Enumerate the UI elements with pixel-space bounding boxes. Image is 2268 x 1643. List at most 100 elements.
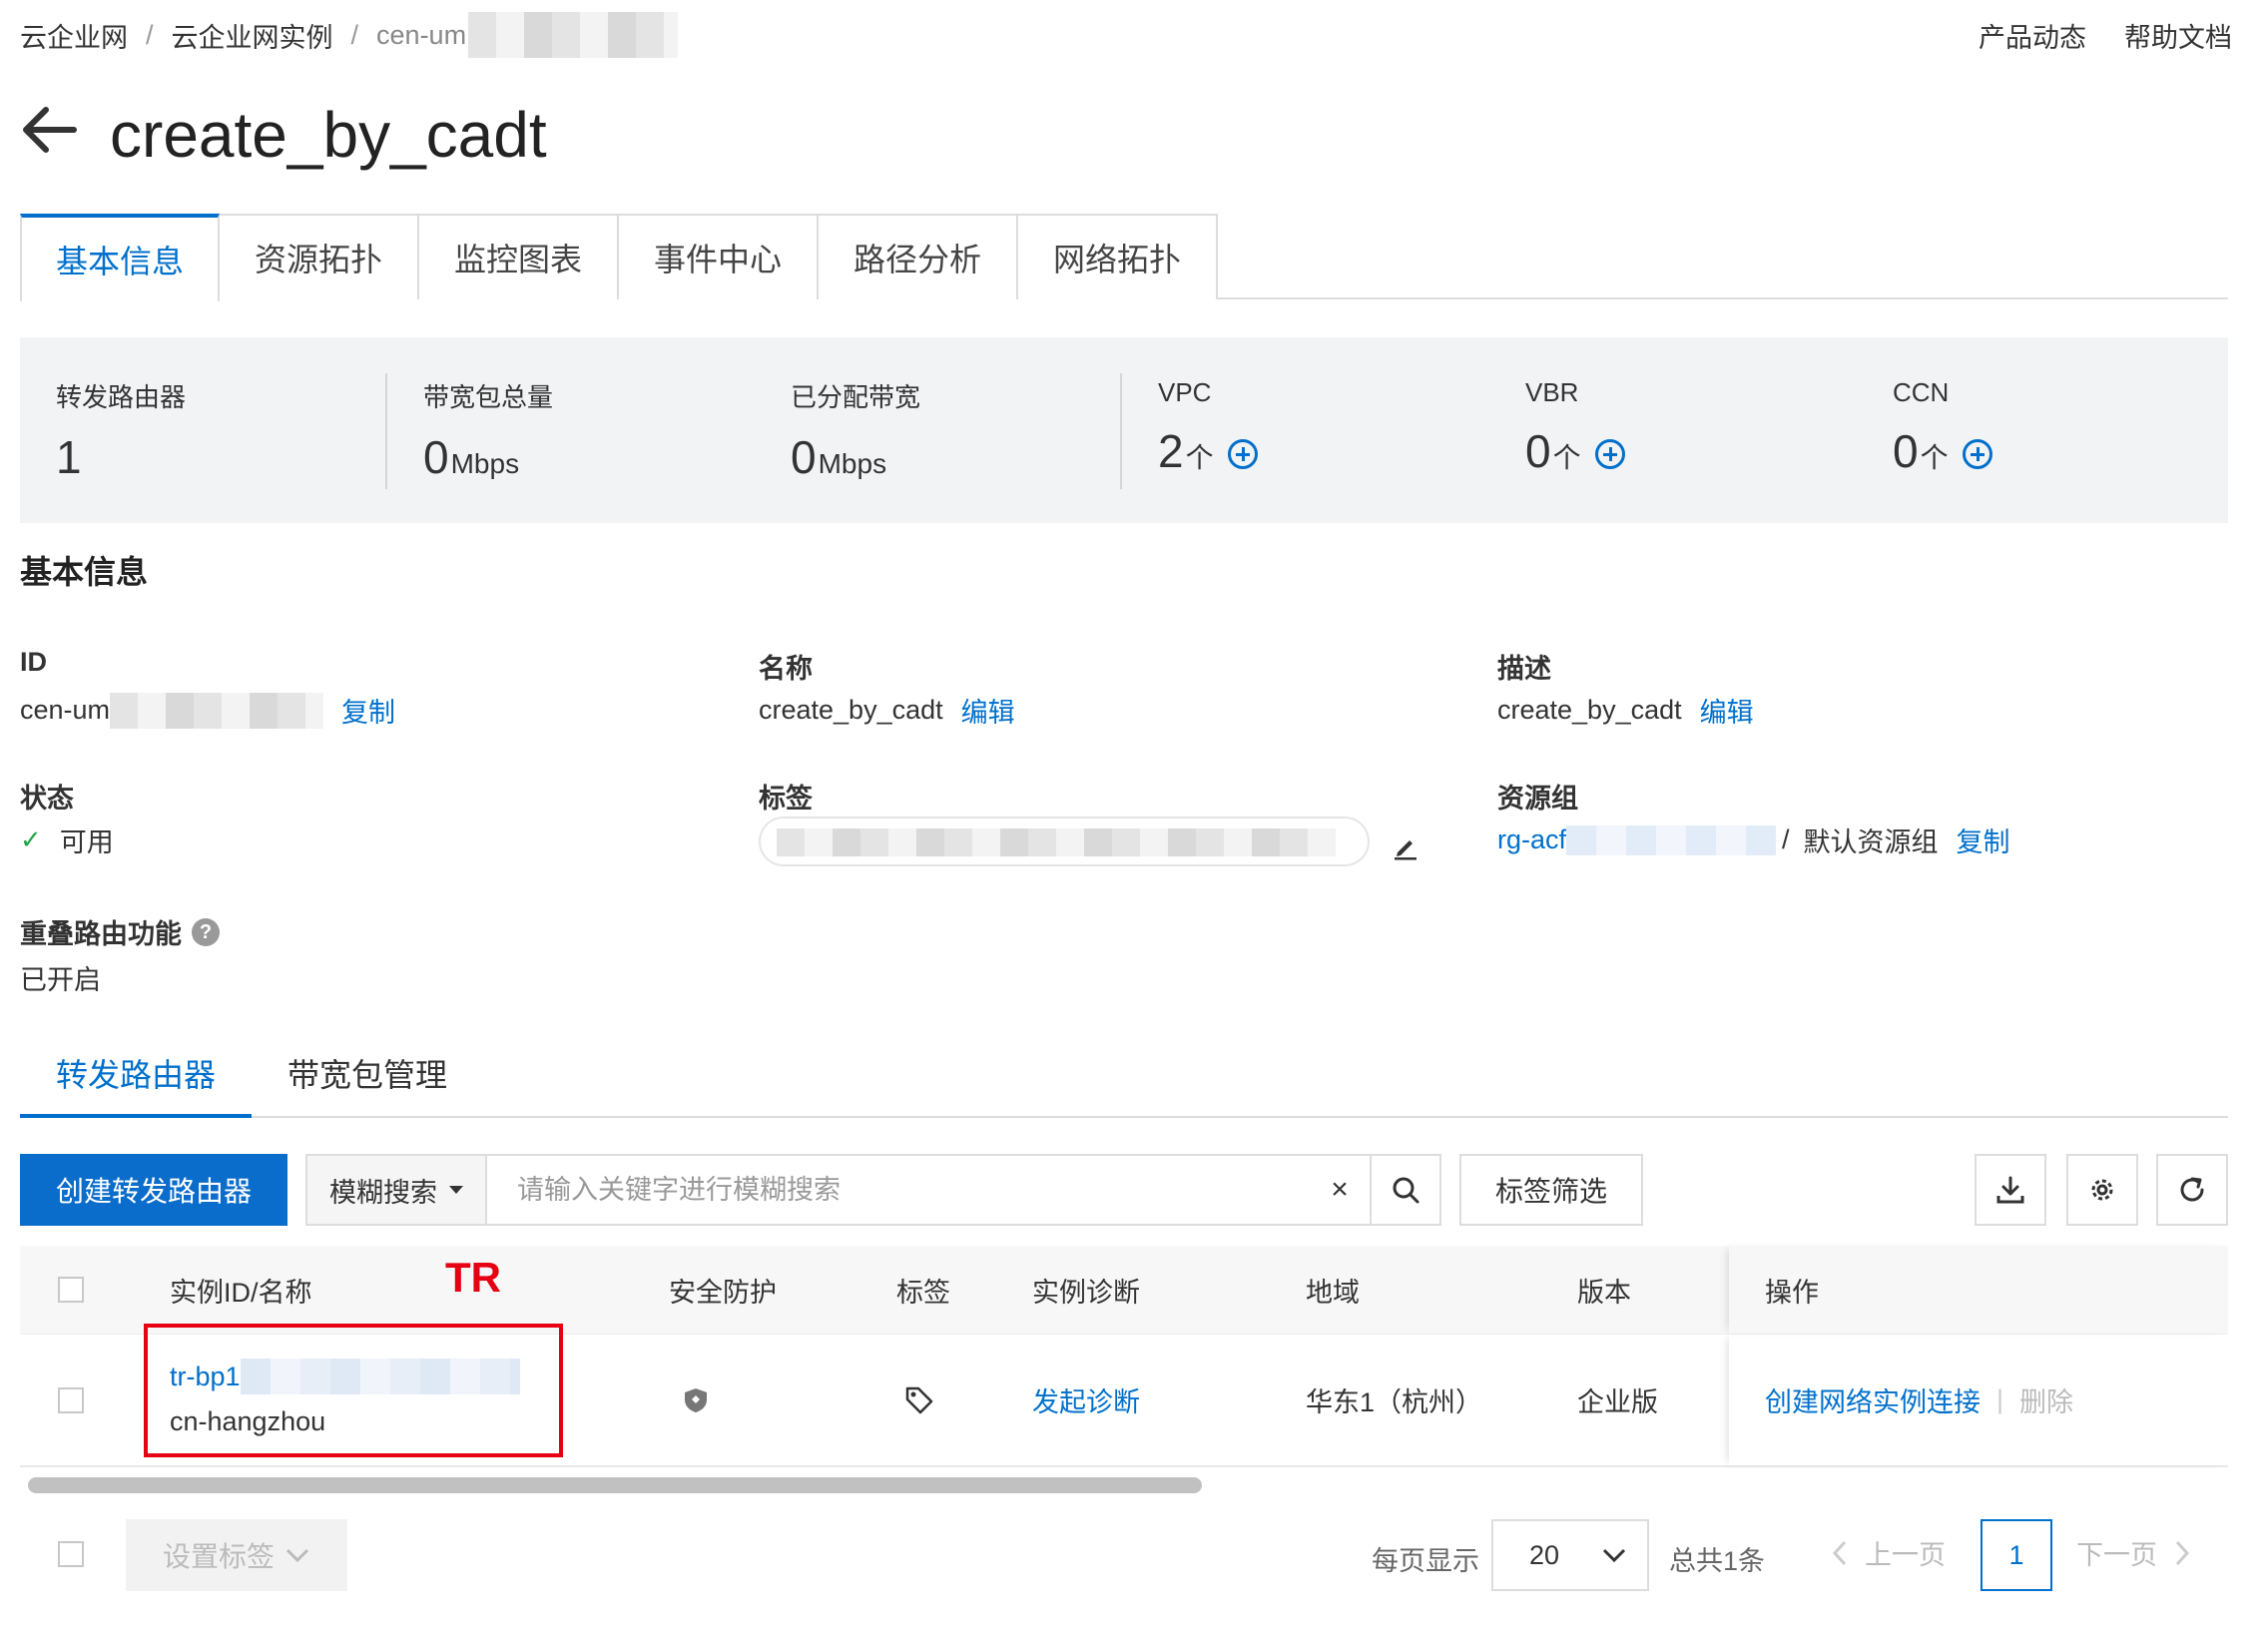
tag-icon[interactable] bbox=[904, 1385, 934, 1415]
id-label: ID bbox=[20, 647, 47, 677]
add-vpc-icon[interactable] bbox=[1227, 439, 1258, 469]
breadcrumb-cen[interactable]: 云企业网 bbox=[20, 16, 128, 55]
edit-name-link[interactable]: 编辑 bbox=[961, 691, 1015, 730]
help-icon[interactable]: ? bbox=[192, 917, 220, 946]
search-group: 模糊搜索 × bbox=[305, 1154, 1441, 1226]
breadcrumb: 云企业网 / 云企业网实例 / cen-um bbox=[20, 12, 679, 58]
per-page-label: 每页显示 bbox=[1372, 1546, 1479, 1576]
page-size-select[interactable]: 20 bbox=[1491, 1519, 1649, 1591]
tab-monitoring[interactable]: 监控图表 bbox=[419, 214, 619, 299]
refresh-button[interactable] bbox=[2156, 1154, 2228, 1226]
version-value: 企业版 bbox=[1577, 1387, 1658, 1417]
page-title: create_by_cadt bbox=[110, 99, 547, 171]
help-docs-link[interactable]: 帮助文档 bbox=[2124, 16, 2232, 55]
redacted-block bbox=[468, 12, 679, 58]
main-tabs: 基本信息 资源拓扑 监控图表 事件中心 路径分析 网络拓扑 bbox=[20, 214, 2228, 301]
stat-unit: 个 bbox=[1552, 442, 1581, 473]
shield-icon[interactable] bbox=[683, 1386, 709, 1414]
breadcrumb-separator: / bbox=[350, 19, 359, 50]
status-value: 可用 bbox=[59, 827, 114, 857]
edit-tag-icon[interactable] bbox=[1392, 832, 1419, 860]
start-diagnosis-link[interactable]: 发起诊断 bbox=[1032, 1380, 1140, 1419]
tab-resource-topology[interactable]: 资源拓扑 bbox=[220, 214, 419, 299]
status-field: ✓ 可用 bbox=[20, 821, 114, 859]
stat-label: 带宽包总量 bbox=[423, 382, 554, 412]
desc-field: create_by_cadt 编辑 bbox=[1497, 691, 1754, 730]
tag-filter-button[interactable]: 标签筛选 bbox=[1459, 1154, 1643, 1226]
resource-group-link[interactable]: rg-acf bbox=[1497, 824, 1566, 855]
delete-link[interactable]: 删除 bbox=[2019, 1380, 2073, 1419]
header-region: 地域 bbox=[1306, 1277, 1360, 1308]
id-field: cen-um 复制 bbox=[20, 691, 395, 730]
search-button[interactable] bbox=[1370, 1156, 1439, 1224]
header-version: 版本 bbox=[1577, 1277, 1631, 1308]
overlap-route-label: 重叠路由功能 bbox=[20, 919, 182, 949]
stat-value: 0 bbox=[1893, 425, 1919, 477]
horizontal-scrollbar-thumb[interactable] bbox=[28, 1477, 1202, 1493]
tab-network-topology[interactable]: 网络拓扑 bbox=[1018, 214, 1218, 299]
stat-ccn: CCN 0个 bbox=[1857, 337, 2224, 523]
stat-unit: Mbps bbox=[818, 448, 887, 479]
copy-id-link[interactable]: 复制 bbox=[341, 691, 395, 730]
redacted-block bbox=[110, 692, 324, 729]
download-button[interactable] bbox=[1975, 1154, 2046, 1226]
tab-bandwidth-package[interactable]: 带宽包管理 bbox=[252, 1042, 483, 1118]
gear-icon bbox=[2091, 1179, 2113, 1201]
stat-value: 1 bbox=[56, 431, 82, 483]
name-field: create_by_cadt 编辑 bbox=[759, 691, 1015, 730]
page-size-value: 20 bbox=[1529, 1539, 1560, 1570]
stat-label: VPC bbox=[1158, 377, 1212, 407]
create-transit-router-button[interactable]: 创建转发路由器 bbox=[20, 1154, 287, 1226]
footer-select-all-checkbox[interactable] bbox=[58, 1541, 84, 1567]
breadcrumb-cen-instances[interactable]: 云企业网实例 bbox=[172, 16, 333, 55]
search-input[interactable] bbox=[487, 1156, 1310, 1224]
resource-group-label: 资源组 bbox=[1497, 784, 1578, 814]
next-page-label: 下一页 bbox=[2076, 1540, 2157, 1570]
tab-basic-info[interactable]: 基本信息 bbox=[20, 214, 220, 301]
header-operations: 操作 bbox=[1765, 1277, 1819, 1308]
search-mode-select[interactable]: 模糊搜索 bbox=[307, 1156, 487, 1224]
copy-rg-link[interactable]: 复制 bbox=[1957, 821, 2010, 859]
tag-list bbox=[759, 817, 1370, 866]
resource-group-separator: / bbox=[1782, 824, 1790, 854]
stat-unit: 个 bbox=[1920, 442, 1949, 473]
chevron-left-icon bbox=[1832, 1540, 1847, 1565]
desc-value: create_by_cadt bbox=[1497, 695, 1682, 725]
status-label: 状态 bbox=[20, 784, 74, 814]
overlap-route-value: 已开启 bbox=[20, 965, 101, 995]
edit-desc-link[interactable]: 编辑 bbox=[1700, 691, 1754, 730]
redacted-block bbox=[777, 828, 1336, 856]
prev-page-button[interactable]: 上一页 bbox=[1831, 1533, 1946, 1572]
next-page-button[interactable]: 下一页 bbox=[2076, 1533, 2191, 1572]
back-arrow-icon[interactable] bbox=[20, 106, 78, 154]
overlap-route-field: 重叠路由功能 ? bbox=[20, 912, 220, 951]
page-number-current[interactable]: 1 bbox=[1981, 1519, 2052, 1591]
add-ccn-icon[interactable] bbox=[1962, 439, 1992, 469]
breadcrumb-current: cen-um bbox=[376, 19, 467, 50]
product-news-link[interactable]: 产品动态 bbox=[1979, 16, 2086, 55]
tag-field bbox=[759, 817, 1370, 866]
header-tag: 标签 bbox=[896, 1277, 950, 1308]
set-tag-button[interactable]: 设置标签 bbox=[126, 1519, 347, 1591]
region-value: 华东1（杭州） bbox=[1306, 1387, 1483, 1417]
settings-button[interactable] bbox=[2066, 1154, 2138, 1226]
stat-value: 0 bbox=[423, 431, 449, 483]
search-icon bbox=[1393, 1177, 1419, 1204]
redacted-block bbox=[1566, 824, 1777, 855]
tab-path-analysis[interactable]: 路径分析 bbox=[819, 214, 1018, 299]
select-all-checkbox[interactable] bbox=[58, 1277, 84, 1303]
create-connection-link[interactable]: 创建网络实例连接 bbox=[1765, 1380, 1981, 1419]
clear-icon[interactable]: × bbox=[1310, 1173, 1370, 1207]
name-value: create_by_cadt bbox=[759, 695, 943, 725]
tab-event-center[interactable]: 事件中心 bbox=[619, 214, 819, 299]
tag-label: 标签 bbox=[759, 784, 813, 814]
refresh-icon bbox=[2180, 1177, 2204, 1202]
stat-vbr: VBR 0个 bbox=[1489, 337, 1857, 523]
row-checkbox[interactable] bbox=[58, 1386, 84, 1413]
resource-group-field: rg-acf / 默认资源组 复制 bbox=[1497, 821, 2010, 859]
desc-label: 描述 bbox=[1497, 654, 1551, 684]
caret-down-icon bbox=[449, 1186, 463, 1194]
tab-transit-router[interactable]: 转发路由器 bbox=[20, 1042, 253, 1118]
check-icon: ✓ bbox=[20, 824, 42, 854]
add-vbr-icon[interactable] bbox=[1594, 439, 1625, 469]
